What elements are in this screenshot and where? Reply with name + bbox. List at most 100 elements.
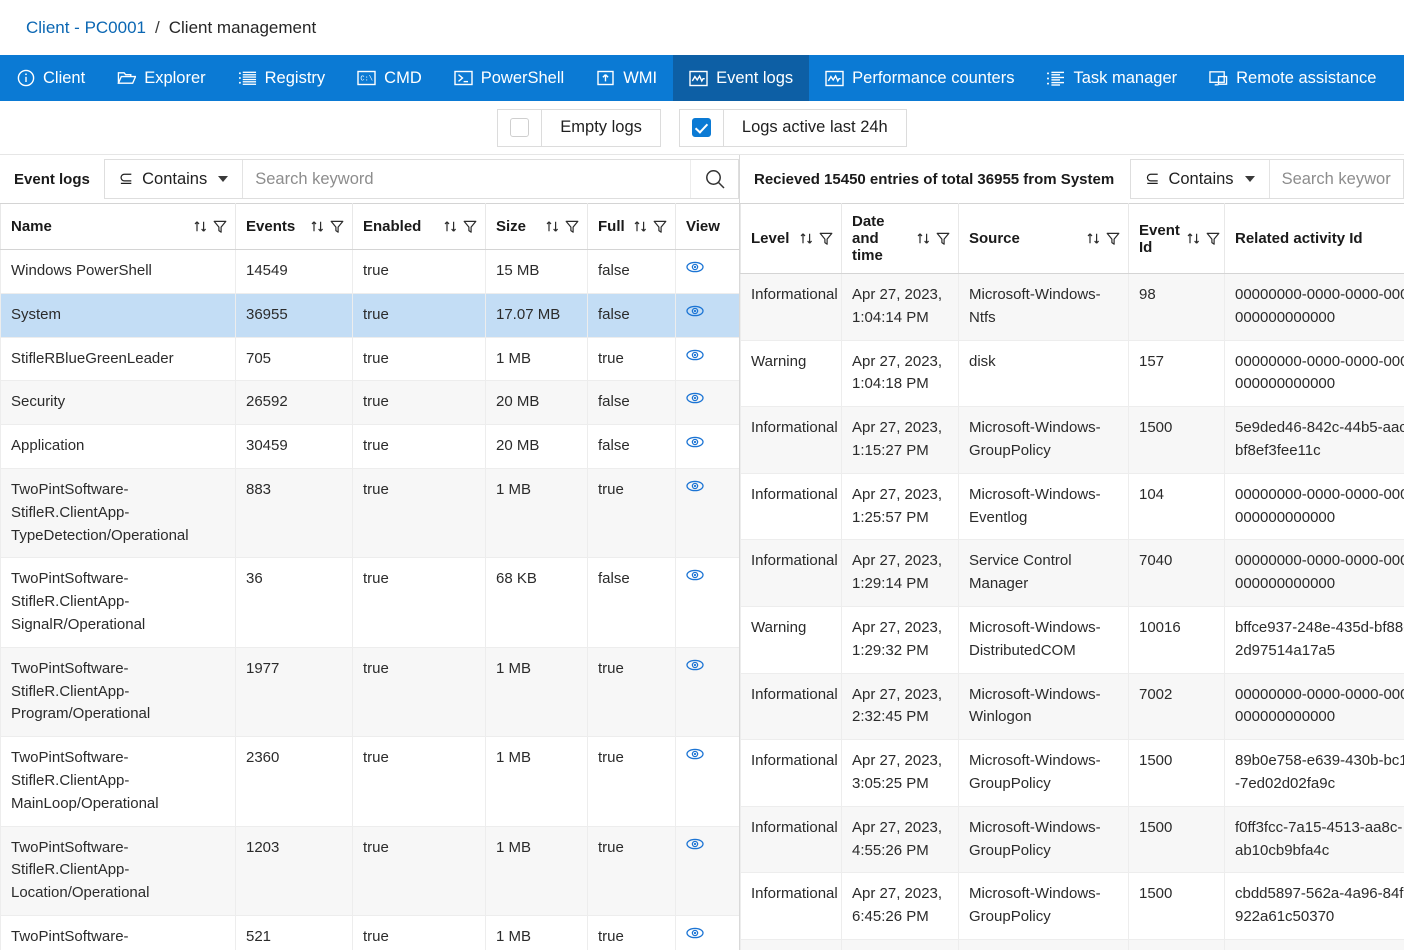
filter-icon[interactable] bbox=[819, 231, 833, 246]
sort-icon[interactable] bbox=[633, 219, 648, 234]
event-log-row[interactable]: TwoPintSoftware-StifleR.ClientApp-Signal… bbox=[0, 557, 739, 648]
view-eye-icon[interactable] bbox=[686, 349, 704, 361]
left_panel-column-header-size[interactable]: Size bbox=[485, 203, 588, 250]
event-entry-row[interactable]: Informational Apr 27, 2023, 3:05:25 PM Mic… bbox=[740, 739, 1404, 807]
event-entry-source-cell: Microsoft-Windows-GroupPolicy bbox=[958, 805, 1129, 874]
event-log-view-cell bbox=[675, 249, 739, 294]
filter-icon[interactable] bbox=[1206, 231, 1220, 246]
filter-icon[interactable] bbox=[463, 219, 477, 234]
view-eye-icon[interactable] bbox=[686, 392, 704, 404]
event-log-row[interactable]: TwoPintSoftware-StifleR.ClientApp-Progra… bbox=[0, 646, 739, 738]
left_panel-column-header-full[interactable]: Full bbox=[587, 203, 676, 250]
event-entry-source-cell-text: Microsoft-Windows-Winlogon bbox=[969, 685, 1101, 726]
filter-icon[interactable] bbox=[330, 219, 344, 234]
right_panel-column-header-event-id[interactable]: Event Id bbox=[1128, 203, 1225, 274]
view-eye-icon[interactable] bbox=[686, 305, 704, 317]
nav-item-client[interactable]: Client bbox=[0, 55, 101, 101]
event-log-row[interactable]: TwoPintSoftware-StifleR.ClientApp-MainLo… bbox=[0, 736, 739, 827]
nav-item-performance-counters[interactable]: Performance counters bbox=[809, 55, 1030, 101]
view-eye-icon[interactable] bbox=[686, 436, 704, 448]
event-logs-search-input[interactable] bbox=[243, 160, 690, 198]
sort-icon[interactable] bbox=[1086, 231, 1101, 246]
event-log-row[interactable]: TwoPintSoftware-StifleR.ClientApp-Leader… bbox=[0, 914, 739, 950]
event-entries-filter-mode-dropdown[interactable]: ⊆ Contains bbox=[1131, 160, 1270, 198]
event-log-row[interactable]: Security 26592 true 20 MB false bbox=[0, 380, 739, 426]
event-entry-row[interactable]: Informational Apr 27, 2023, 1:15:27 PM Mic… bbox=[740, 406, 1404, 474]
event-entry-row[interactable]: Warning Apr 27, 2023, 1:29:32 PM Microsoft… bbox=[740, 605, 1404, 674]
view-eye-icon[interactable] bbox=[686, 748, 704, 760]
filter-icon[interactable] bbox=[1106, 231, 1120, 246]
event-log-row[interactable]: StifleRBlueGreenLeader 705 true 1 MB true bbox=[0, 336, 739, 382]
left_panel-column-header-enabled[interactable]: Enabled bbox=[352, 203, 486, 250]
event-entry-row[interactable]: Informational Apr 27, 2023, 1:25:57 PM Mic… bbox=[740, 472, 1404, 541]
logs-active-24h-label[interactable]: Logs active last 24h bbox=[724, 110, 906, 146]
right_panel-column-header-date-and-time[interactable]: Date and time bbox=[841, 203, 959, 274]
right_panel-column-header-source[interactable]: Source bbox=[958, 203, 1129, 274]
sort-icon[interactable] bbox=[799, 231, 814, 246]
left_panel-column-header-events[interactable]: Events bbox=[235, 203, 353, 250]
view-eye-icon[interactable] bbox=[686, 569, 704, 581]
event-log-row[interactable]: TwoPintSoftware-StifleR.ClientApp-TypeDe… bbox=[0, 467, 739, 559]
sort-icon[interactable] bbox=[545, 219, 560, 234]
event-entry-eventid-cell: 98 bbox=[1128, 273, 1225, 341]
event-entry-source-cell: Microsoft-Windows-GroupPolicy bbox=[958, 739, 1129, 807]
event-logs-search-button[interactable] bbox=[690, 160, 738, 198]
nav-item-cmd[interactable]: C:\ CMD bbox=[341, 55, 438, 101]
filter-icon[interactable] bbox=[936, 231, 950, 246]
event-entry-row[interactable]: Informational Apr 27, 2023, 2:32:45 PM Mic… bbox=[740, 672, 1404, 741]
nav-item-s[interactable]: S bbox=[1392, 55, 1404, 101]
remote-screen-icon bbox=[1209, 69, 1228, 88]
right_panel-column-header-level[interactable]: Level bbox=[740, 203, 842, 274]
sort-icon[interactable] bbox=[310, 219, 325, 234]
breadcrumb-separator: / bbox=[155, 17, 160, 37]
nav-item-remote-assistance[interactable]: Remote assistance bbox=[1193, 55, 1392, 101]
event-entry-source-cell: disk bbox=[958, 339, 1129, 408]
event-logs-filter-mode-dropdown[interactable]: ⊆ Contains bbox=[105, 160, 244, 198]
nav-item-registry[interactable]: Registry bbox=[222, 55, 342, 101]
empty-logs-toggle[interactable]: Empty logs bbox=[497, 108, 661, 147]
logs-active-24h-checkbox[interactable] bbox=[680, 109, 724, 146]
left_panel-column-header-view[interactable]: View bbox=[675, 203, 739, 250]
breadcrumb-root-link[interactable]: Client - PC0001 bbox=[26, 18, 146, 38]
sort-icon[interactable] bbox=[443, 219, 458, 234]
logs-active-24h-toggle[interactable]: Logs active last 24h bbox=[678, 108, 907, 147]
filter-icon[interactable] bbox=[653, 219, 667, 234]
event-entry-row[interactable]: Warning Apr 27, 2023, 1:04:18 PM disk 157 00… bbox=[740, 339, 1404, 408]
event-entries-filter-mode-label: Contains bbox=[1168, 169, 1234, 188]
sort-icon[interactable] bbox=[916, 231, 931, 246]
column-header-label: Event Id bbox=[1139, 221, 1180, 256]
event-log-events-cell: 26592 bbox=[235, 380, 353, 426]
nav-item-explorer[interactable]: Explorer bbox=[101, 55, 221, 101]
event-log-row[interactable]: TwoPintSoftware-StifleR.ClientApp-Locati… bbox=[0, 825, 739, 916]
event-entry-row[interactable]: Informational Apr 27, 2023, 4:55:26 PM Mic… bbox=[740, 805, 1404, 874]
event-log-row[interactable]: System 36955 true 17.07 MB false bbox=[0, 292, 739, 338]
view-eye-icon[interactable] bbox=[686, 659, 704, 671]
nav-item-wmi[interactable]: WMI bbox=[580, 55, 673, 101]
nav-item-powershell[interactable]: PowerShell bbox=[438, 55, 580, 101]
view-eye-icon[interactable] bbox=[686, 927, 704, 939]
right_panel-column-header-related-activity-id[interactable]: Related activity Id bbox=[1224, 203, 1404, 274]
nav-item-event-logs[interactable]: Event logs bbox=[673, 55, 810, 101]
event-log-name-cell-text: TwoPintSoftware-StifleR.ClientApp-TypeDe… bbox=[11, 480, 189, 544]
view-eye-icon[interactable] bbox=[686, 838, 704, 850]
empty-logs-checkbox[interactable] bbox=[498, 109, 543, 146]
filter-icon[interactable] bbox=[565, 219, 579, 234]
event-entry-row[interactable]: InformationalApr 27, 2023, 8:35:26 PMMic… bbox=[740, 938, 1404, 950]
event-entry-eventid-cell: 7040 bbox=[1128, 539, 1225, 607]
sort-icon[interactable] bbox=[193, 219, 208, 234]
column-header-label: Events bbox=[246, 218, 296, 235]
sort-icon[interactable] bbox=[1186, 231, 1201, 246]
view-eye-icon[interactable] bbox=[686, 261, 704, 273]
left_panel-column-header-name[interactable]: Name bbox=[0, 203, 236, 250]
event-log-row[interactable]: Windows PowerShell 14549 true 15 MB false bbox=[0, 249, 739, 294]
event-entry-row[interactable]: Informational Apr 27, 2023, 6:45:26 PM Mic… bbox=[740, 872, 1404, 940]
empty-logs-label[interactable]: Empty logs bbox=[542, 110, 660, 146]
nav-item-task-manager[interactable]: Task manager bbox=[1030, 55, 1193, 101]
event-entries-search-input[interactable] bbox=[1269, 160, 1403, 198]
event-log-size-cell-text: 1 MB bbox=[496, 927, 532, 945]
event-log-row[interactable]: Application 30459 true 20 MB false bbox=[0, 424, 739, 469]
event-entry-row[interactable]: Informational Apr 27, 2023, 1:04:14 PM Mic… bbox=[740, 273, 1404, 341]
view-eye-icon[interactable] bbox=[686, 480, 704, 492]
event-entry-row[interactable]: Informational Apr 27, 2023, 1:29:14 PM Ser… bbox=[740, 539, 1404, 607]
filter-icon[interactable] bbox=[213, 219, 227, 234]
